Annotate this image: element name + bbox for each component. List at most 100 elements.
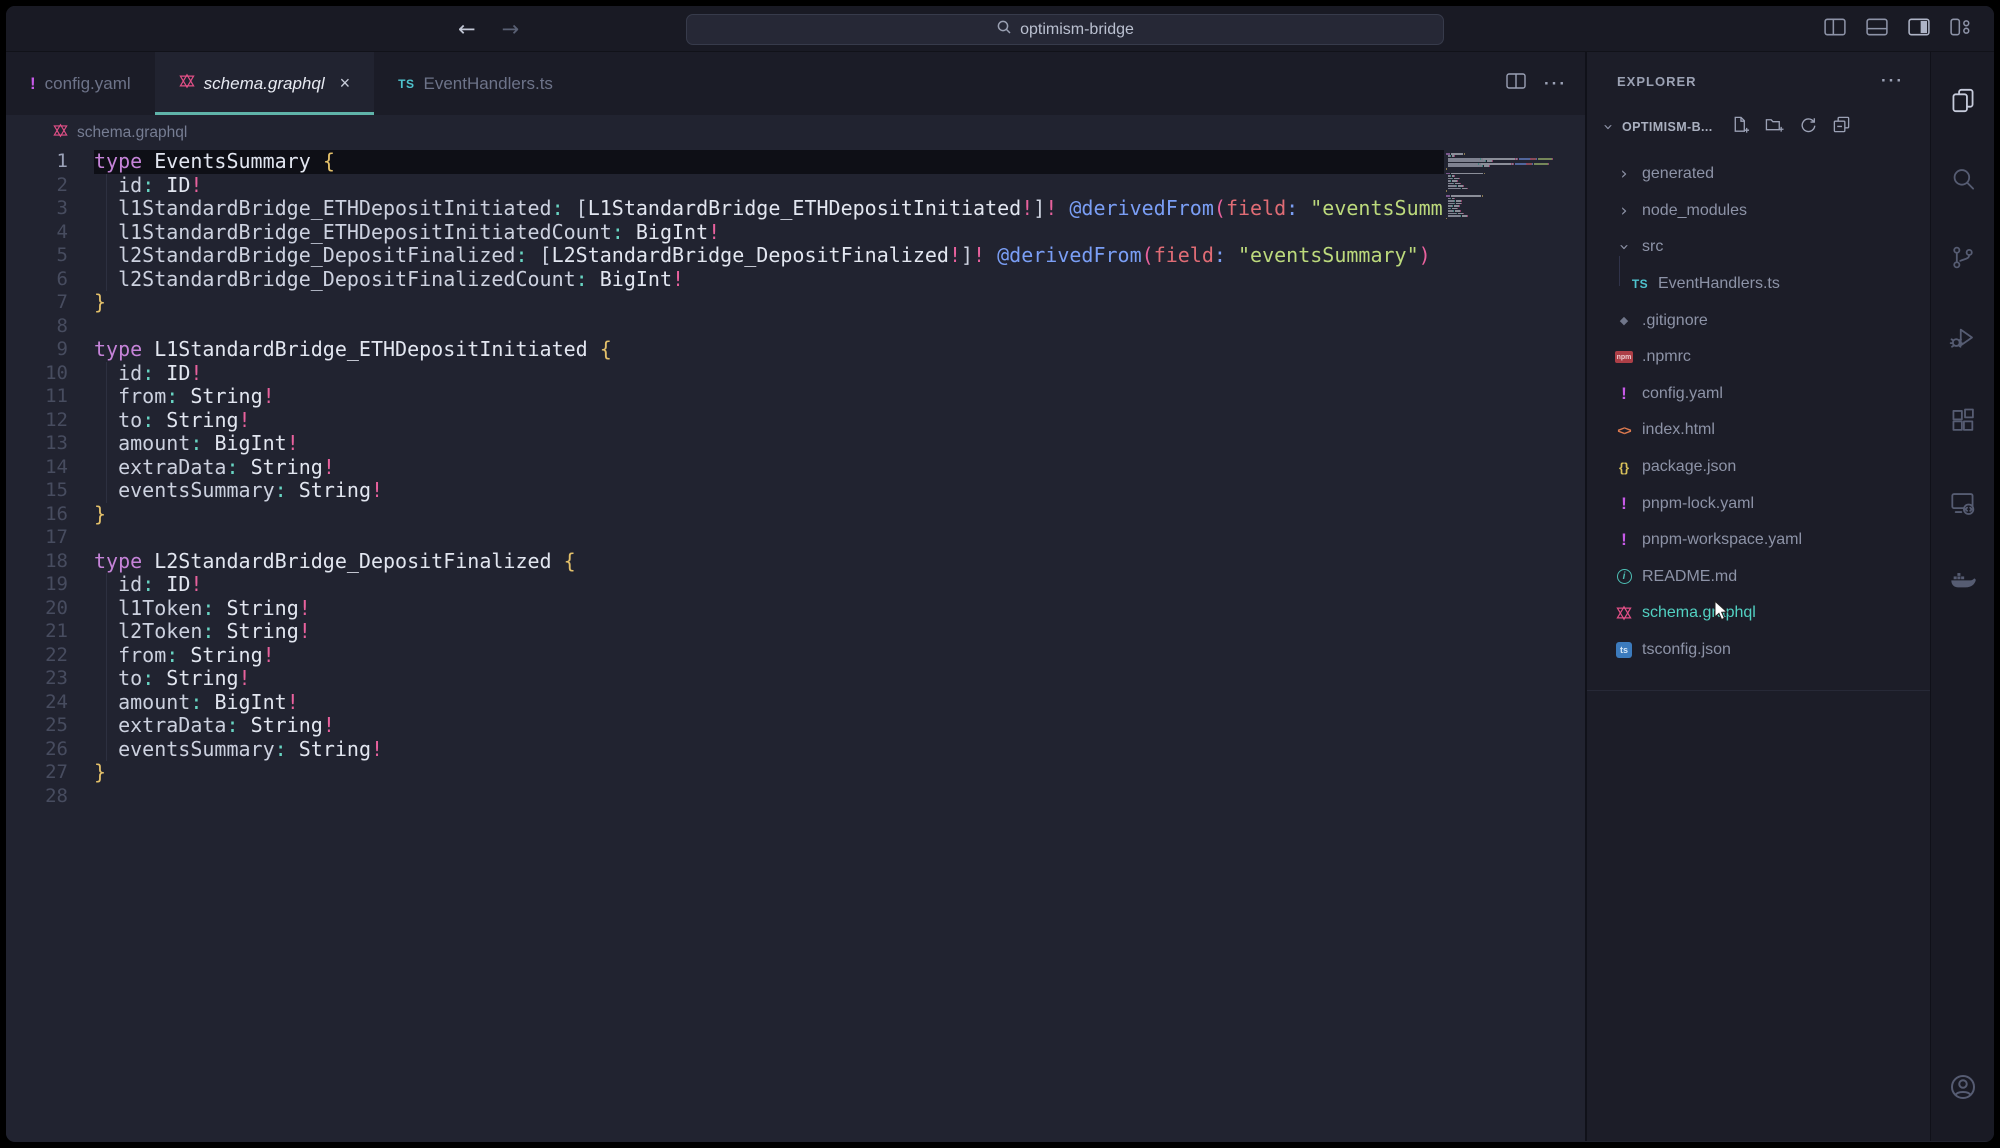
customize-layout-icon[interactable] (1950, 18, 1972, 41)
remote-explorer-icon[interactable] (1949, 489, 1976, 516)
minimap[interactable] (1446, 153, 1564, 223)
code-text[interactable]: extraData: String! (94, 714, 1444, 738)
code-line[interactable]: 12 to: String! (6, 409, 1585, 433)
code-text[interactable] (94, 315, 1444, 339)
toggle-panel-icon[interactable] (1866, 18, 1888, 41)
code-line[interactable]: 19 id: ID! (6, 573, 1585, 597)
code-text[interactable]: } (94, 503, 1444, 527)
code-line[interactable]: 21 l2Token: String! (6, 620, 1585, 644)
code-line[interactable]: 24 amount: BigInt! (6, 691, 1585, 715)
command-center-search[interactable]: optimism-bridge (686, 14, 1444, 45)
tree-item-src[interactable]: ›src (1587, 229, 1930, 266)
code-text[interactable]: type L1StandardBridge_ETHDepositInitiate… (94, 338, 1444, 362)
code-line[interactable]: 15 eventsSummary: String! (6, 479, 1585, 503)
code-lines[interactable]: 1type EventsSummary {2 id: ID!3 l1Standa… (6, 150, 1585, 808)
code-line[interactable]: 18type L2StandardBridge_DepositFinalized… (6, 550, 1585, 574)
tree-item-package-json[interactable]: {}package.json (1587, 449, 1930, 486)
new-folder-icon[interactable] (1765, 115, 1784, 139)
code-line[interactable]: 3 l1StandardBridge_ETHDepositInitiated: … (6, 197, 1585, 221)
tree-item-readme-md[interactable]: iREADME.md (1587, 559, 1930, 596)
code-line[interactable]: 28 (6, 785, 1585, 809)
code-line[interactable]: 20 l1Token: String! (6, 597, 1585, 621)
code-text[interactable]: to: String! (94, 667, 1444, 691)
tree-item-pnpm-lock-yaml[interactable]: !pnpm-lock.yaml (1587, 485, 1930, 522)
code-text[interactable]: amount: BigInt! (94, 691, 1444, 715)
code-text[interactable]: amount: BigInt! (94, 432, 1444, 456)
history-back-button[interactable]: ← (458, 17, 476, 41)
tree-item-generated[interactable]: ›generated (1587, 156, 1930, 193)
collapse-all-icon[interactable] (1832, 115, 1851, 139)
code-text[interactable]: type L2StandardBridge_DepositFinalized { (94, 550, 1444, 574)
code-text[interactable]: id: ID! (94, 573, 1444, 597)
tab-eventhandlers-ts[interactable]: TS EventHandlers.ts (374, 52, 577, 115)
code-text[interactable]: eventsSummary: String! (94, 738, 1444, 762)
toggle-secondary-sidebar-icon[interactable] (1908, 18, 1930, 41)
code-line[interactable]: 5 l2StandardBridge_DepositFinalized: [L2… (6, 244, 1585, 268)
code-line[interactable]: 23 to: String! (6, 667, 1585, 691)
more-actions-icon[interactable]: ··· (1544, 74, 1567, 94)
code-text[interactable]: l2StandardBridge_DepositFinalized: [L2St… (94, 244, 1444, 268)
explorer-activity-icon[interactable] (1949, 87, 1976, 114)
source-control-icon[interactable] (1949, 244, 1976, 271)
tab-schema-graphql[interactable]: schema.graphql × (155, 52, 374, 115)
code-text[interactable]: from: String! (94, 385, 1444, 409)
code-line[interactable]: 9type L1StandardBridge_ETHDepositInitiat… (6, 338, 1585, 362)
code-line[interactable]: 22 from: String! (6, 644, 1585, 668)
code-line[interactable]: 10 id: ID! (6, 362, 1585, 386)
code-line[interactable]: 17 (6, 526, 1585, 550)
extensions-icon[interactable] (1949, 407, 1976, 434)
code-text[interactable] (94, 785, 1444, 809)
code-line[interactable]: 26 eventsSummary: String! (6, 738, 1585, 762)
code-line[interactable]: 8 (6, 315, 1585, 339)
tree-item-eventhandlers-ts[interactable]: TSEventHandlers.ts (1587, 266, 1930, 303)
code-line[interactable]: 25 extraData: String! (6, 714, 1585, 738)
code-text[interactable]: id: ID! (94, 362, 1444, 386)
code-line[interactable]: 1type EventsSummary { (6, 150, 1585, 174)
explorer-section-header[interactable]: › OPTIMISM-B... (1587, 110, 1930, 144)
breadcrumb-item[interactable]: schema.graphql (77, 124, 187, 142)
tree-item-config-yaml[interactable]: !config.yaml (1587, 376, 1930, 413)
tree-item--gitignore[interactable]: ◆.gitignore (1587, 302, 1930, 339)
code-line[interactable]: 7} (6, 291, 1585, 315)
docker-icon[interactable] (1949, 565, 1977, 593)
refresh-icon[interactable] (1799, 116, 1817, 139)
new-file-icon[interactable] (1731, 115, 1750, 139)
code-line[interactable]: 16} (6, 503, 1585, 527)
split-editor-icon[interactable] (1506, 73, 1526, 94)
explorer-more-actions-icon[interactable]: ··· (1881, 71, 1904, 91)
code-text[interactable]: } (94, 291, 1444, 315)
code-editor[interactable]: 1type EventsSummary {2 id: ID!3 l1Standa… (6, 150, 1585, 1141)
account-icon[interactable] (1948, 1072, 1978, 1102)
tree-item-schema-graphql[interactable]: schema.graphql (1587, 595, 1930, 632)
code-text[interactable]: eventsSummary: String! (94, 479, 1444, 503)
run-debug-icon[interactable] (1949, 324, 1976, 351)
code-text[interactable]: id: ID! (94, 174, 1444, 198)
breadcrumb[interactable]: schema.graphql (6, 115, 1585, 150)
code-text[interactable]: extraData: String! (94, 456, 1444, 480)
close-tab-icon[interactable]: × (340, 73, 351, 94)
toggle-sidebar-icon[interactable] (1824, 18, 1846, 41)
code-line[interactable]: 6 l2StandardBridge_DepositFinalizedCount… (6, 268, 1585, 292)
code-text[interactable] (94, 526, 1444, 550)
code-text[interactable]: type EventsSummary { (94, 150, 1444, 174)
history-forward-button[interactable]: → (502, 17, 520, 41)
code-text[interactable]: from: String! (94, 644, 1444, 668)
tree-item-pnpm-workspace-yaml[interactable]: !pnpm-workspace.yaml (1587, 522, 1930, 559)
code-text[interactable]: l2Token: String! (94, 620, 1444, 644)
code-text[interactable]: } (94, 761, 1444, 785)
code-text[interactable]: to: String! (94, 409, 1444, 433)
search-activity-icon[interactable] (1949, 165, 1976, 192)
tree-item-node-modules[interactable]: ›node_modules (1587, 193, 1930, 230)
code-line[interactable]: 14 extraData: String! (6, 456, 1585, 480)
code-line[interactable]: 2 id: ID! (6, 174, 1585, 198)
code-text[interactable]: l1Token: String! (94, 597, 1444, 621)
code-line[interactable]: 13 amount: BigInt! (6, 432, 1585, 456)
tab-config-yaml[interactable]: ! config.yaml (6, 52, 155, 115)
code-text[interactable]: l2StandardBridge_DepositFinalizedCount: … (94, 268, 1444, 292)
tree-item-index-html[interactable]: <>index.html (1587, 412, 1930, 449)
code-text[interactable]: l1StandardBridge_ETHDepositInitiated: [L… (94, 197, 1444, 221)
code-line[interactable]: 11 from: String! (6, 385, 1585, 409)
tree-item--npmrc[interactable]: npm.npmrc (1587, 339, 1930, 376)
code-text[interactable]: l1StandardBridge_ETHDepositInitiatedCoun… (94, 221, 1444, 245)
code-line[interactable]: 27} (6, 761, 1585, 785)
